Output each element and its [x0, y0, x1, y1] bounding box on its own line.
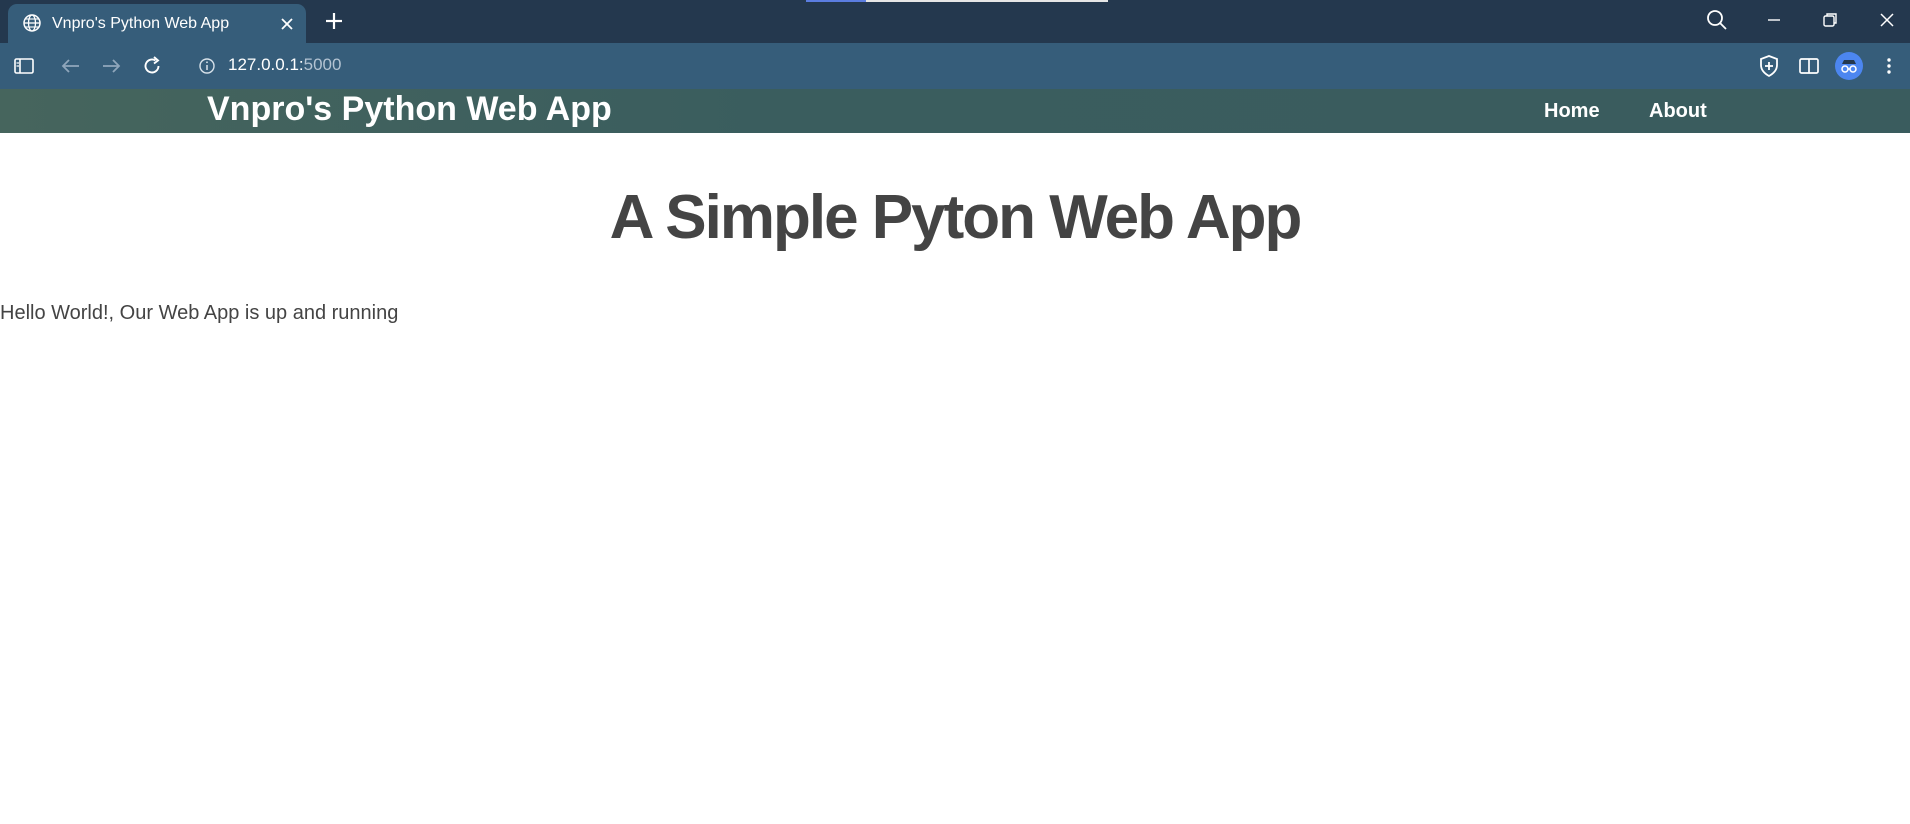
- drag-indicator: [806, 0, 866, 2]
- page-title: A Simple Pyton Web App: [609, 183, 1303, 252]
- tab-title: Vnpro's Python Web App: [52, 15, 230, 32]
- close-icon[interactable]: [276, 13, 298, 35]
- browser-toolbar: 127.0.0.1:5000: [0, 43, 1910, 89]
- sidebar-icon[interactable]: [11, 53, 37, 79]
- plus-icon[interactable]: [322, 9, 346, 33]
- profile-avatar[interactable]: [1835, 52, 1863, 80]
- close-window-icon[interactable]: [1873, 6, 1901, 34]
- incognito-glasses-icon: [1841, 60, 1857, 73]
- site-navbar: Vnpro's Python Web App Home About: [0, 89, 1910, 133]
- more-menu-icon[interactable]: [1876, 53, 1902, 79]
- globe-icon: [23, 14, 41, 32]
- info-icon[interactable]: [197, 56, 217, 76]
- nav-link-about[interactable]: About: [1649, 89, 1707, 133]
- split-view-icon[interactable]: [1796, 53, 1822, 79]
- forward-arrow-icon[interactable]: [98, 53, 124, 79]
- reload-icon[interactable]: [139, 53, 165, 79]
- url-text[interactable]: 127.0.0.1:5000: [228, 43, 341, 87]
- status-message: Hello World!, Our Web App is up and runn…: [0, 302, 399, 324]
- site-brand[interactable]: Vnpro's Python Web App: [207, 89, 612, 129]
- minimize-icon[interactable]: [1760, 6, 1788, 34]
- browser-titlebar: Vnpro's Python Web App: [0, 0, 1910, 43]
- url-port: 5000: [303, 55, 342, 74]
- drag-indicator-track: [866, 0, 1108, 2]
- nav-link-home[interactable]: Home: [1544, 89, 1600, 133]
- search-icon[interactable]: [1703, 6, 1731, 34]
- restore-icon[interactable]: [1816, 6, 1844, 34]
- browser-tab[interactable]: Vnpro's Python Web App: [8, 4, 306, 43]
- shield-plus-icon[interactable]: [1756, 53, 1782, 79]
- back-arrow-icon[interactable]: [58, 53, 84, 79]
- url-host: 127.0.0.1:: [228, 55, 304, 74]
